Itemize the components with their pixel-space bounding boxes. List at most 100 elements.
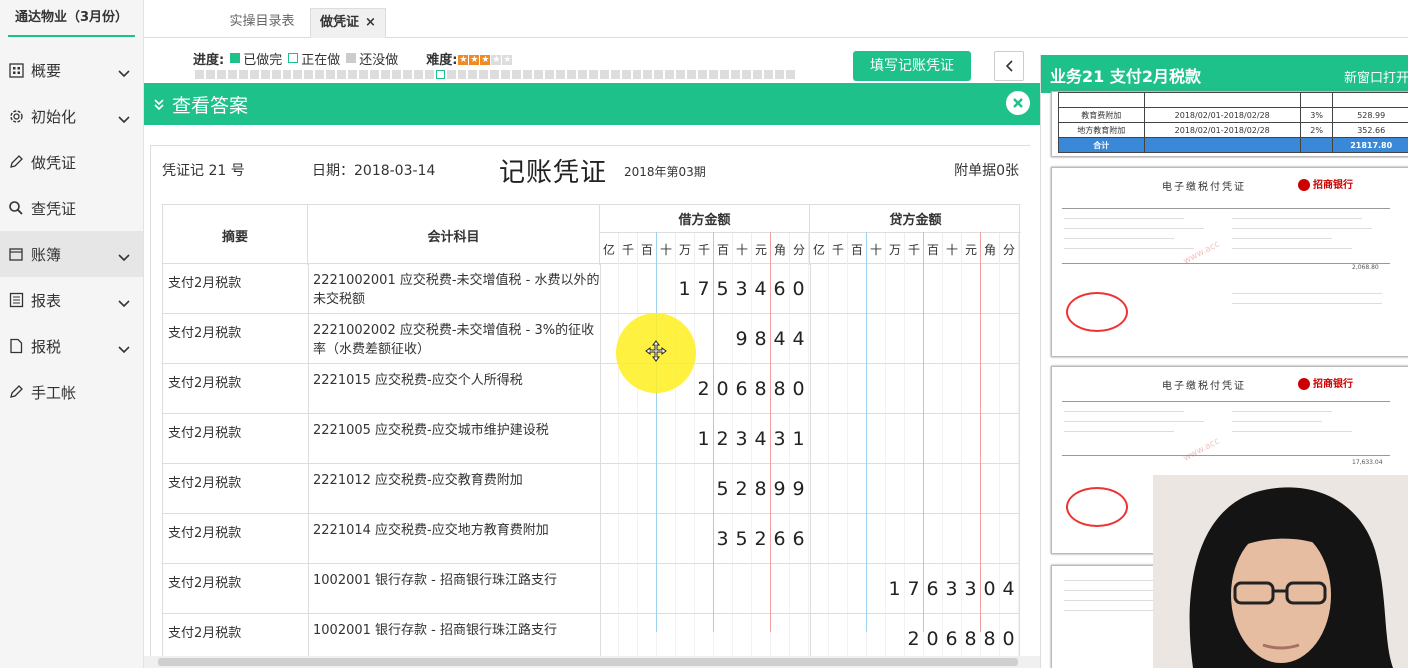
tax-declaration-image[interactable]: 教育费附加 2018/02/01-2018/02/28 3% 528.99 地方… [1051,91,1408,157]
progress-step[interactable] [413,70,423,79]
nav-item-ledger[interactable]: 账簿 [0,231,143,277]
progress-step[interactable] [479,70,489,79]
progress-step[interactable] [402,70,412,79]
progress-step[interactable] [654,70,664,79]
tax-receipt-image[interactable]: 电子缴税付凭证 招商银行 2,068.80 www.acc [1051,167,1408,357]
progress-step[interactable] [195,70,204,79]
progress-step[interactable] [249,70,259,79]
progress-step[interactable] [545,70,554,79]
progress-step[interactable] [588,70,598,79]
progress-step[interactable] [424,70,434,79]
receipt-amount: 2,068.80 [1352,264,1379,271]
progress-step[interactable] [523,70,533,79]
progress-step[interactable] [391,70,401,79]
amount-digit [676,464,695,513]
progress-step[interactable] [610,70,620,79]
open-new-window-link[interactable]: 新窗口打开 [1344,67,1408,86]
divider [308,364,309,413]
progress-step[interactable] [359,70,368,79]
amount-digit [657,264,676,313]
progress-step[interactable] [304,70,314,79]
tab-make-voucher[interactable]: 做凭证 × [310,8,386,38]
fill-voucher-button[interactable]: 填写记账凭证 [853,51,971,81]
progress-step[interactable] [337,70,347,79]
progress-step[interactable] [555,70,565,79]
progress-step[interactable] [326,70,336,79]
voucher-row: 支付2月税款 2221005 应交税费-应交城市维护建设税 1 2 3 4 3 1 [162,414,1020,464]
row-summary: 支付2月税款 [168,526,242,541]
progress-step[interactable] [698,70,708,79]
nav-label: 账簿 [31,245,62,264]
star-icon: ★ [502,54,513,65]
nav-item-manual-ledger[interactable]: 手工帐 [0,369,143,415]
progress-step[interactable] [643,70,653,79]
progress-step[interactable] [315,70,325,79]
amount-digit [981,514,1000,563]
progress-step[interactable] [293,70,303,79]
close-answer-button[interactable] [1006,91,1030,115]
progress-step[interactable] [446,70,456,79]
answer-toggle[interactable]: 查看答案 [152,91,248,118]
progress-step[interactable] [512,70,522,79]
amount-digit [867,564,886,613]
progress-step[interactable] [730,70,740,79]
legend-todo: 还没做 [346,49,398,68]
amount-digit [657,464,676,513]
progress-step[interactable] [205,70,215,79]
progress-step[interactable] [785,70,795,79]
progress-step[interactable] [216,70,226,79]
progress-step[interactable] [720,70,729,79]
progress-step[interactable] [741,70,751,79]
nav-item-init[interactable]: 初始化 [0,93,143,139]
progress-step[interactable] [632,70,642,79]
nav-item-query-voucher[interactable]: 查凭证 [0,185,143,231]
progress-step[interactable] [763,70,773,79]
progress-step[interactable] [665,70,675,79]
divider [1062,208,1390,209]
credit-units: 亿千百十万千百十元角分 [810,233,1019,265]
progress-step[interactable] [687,70,697,79]
progress-step[interactable] [271,70,281,79]
progress-step[interactable] [752,70,762,79]
progress-step[interactable] [490,70,500,79]
amount-digit: 8 [771,364,790,413]
scrollbar-thumb[interactable] [158,658,1018,666]
progress-step[interactable] [599,70,609,79]
horizontal-scrollbar[interactable] [144,656,1040,668]
progress-step[interactable] [457,70,467,79]
close-icon[interactable]: × [365,15,376,30]
amount-digit [695,514,714,563]
tax-amount: 352.66 [1332,122,1408,138]
progress-step[interactable] [435,70,445,79]
legend-done: 已做完 [230,49,282,68]
nav-item-make-voucher[interactable]: 做凭证 [0,139,143,185]
progress-step[interactable] [621,70,631,79]
amount-digit [886,414,905,463]
amount-digit [810,264,829,313]
progress-step[interactable] [534,70,544,79]
amount-digit [1000,264,1019,313]
progress-step[interactable] [238,70,248,79]
progress-step[interactable] [282,70,292,79]
progress-step[interactable] [468,70,478,79]
amount-digit: 5 [733,514,752,563]
tab-practice-directory[interactable]: 实操目录表 [222,8,302,38]
progress-step[interactable] [380,70,390,79]
progress-step[interactable] [774,70,784,79]
progress-step[interactable] [370,70,379,79]
progress-step[interactable] [348,70,358,79]
progress-step[interactable] [709,70,719,79]
nav-item-reports[interactable]: 报表 [0,277,143,323]
tax-amount: 528.99 [1332,107,1408,123]
previous-button[interactable] [994,51,1024,81]
unit-label: 十 [867,233,886,265]
nav-item-overview[interactable]: 概要 [0,47,143,93]
progress-step[interactable] [566,70,576,79]
progress-step[interactable] [676,70,686,79]
progress-step[interactable] [260,70,270,79]
progress-step[interactable] [577,70,587,79]
progress-step[interactable] [501,70,511,79]
progress-step[interactable] [227,70,237,79]
nav-item-tax[interactable]: 报税 [0,323,143,369]
credit-amount: 1763304 [810,564,1019,614]
